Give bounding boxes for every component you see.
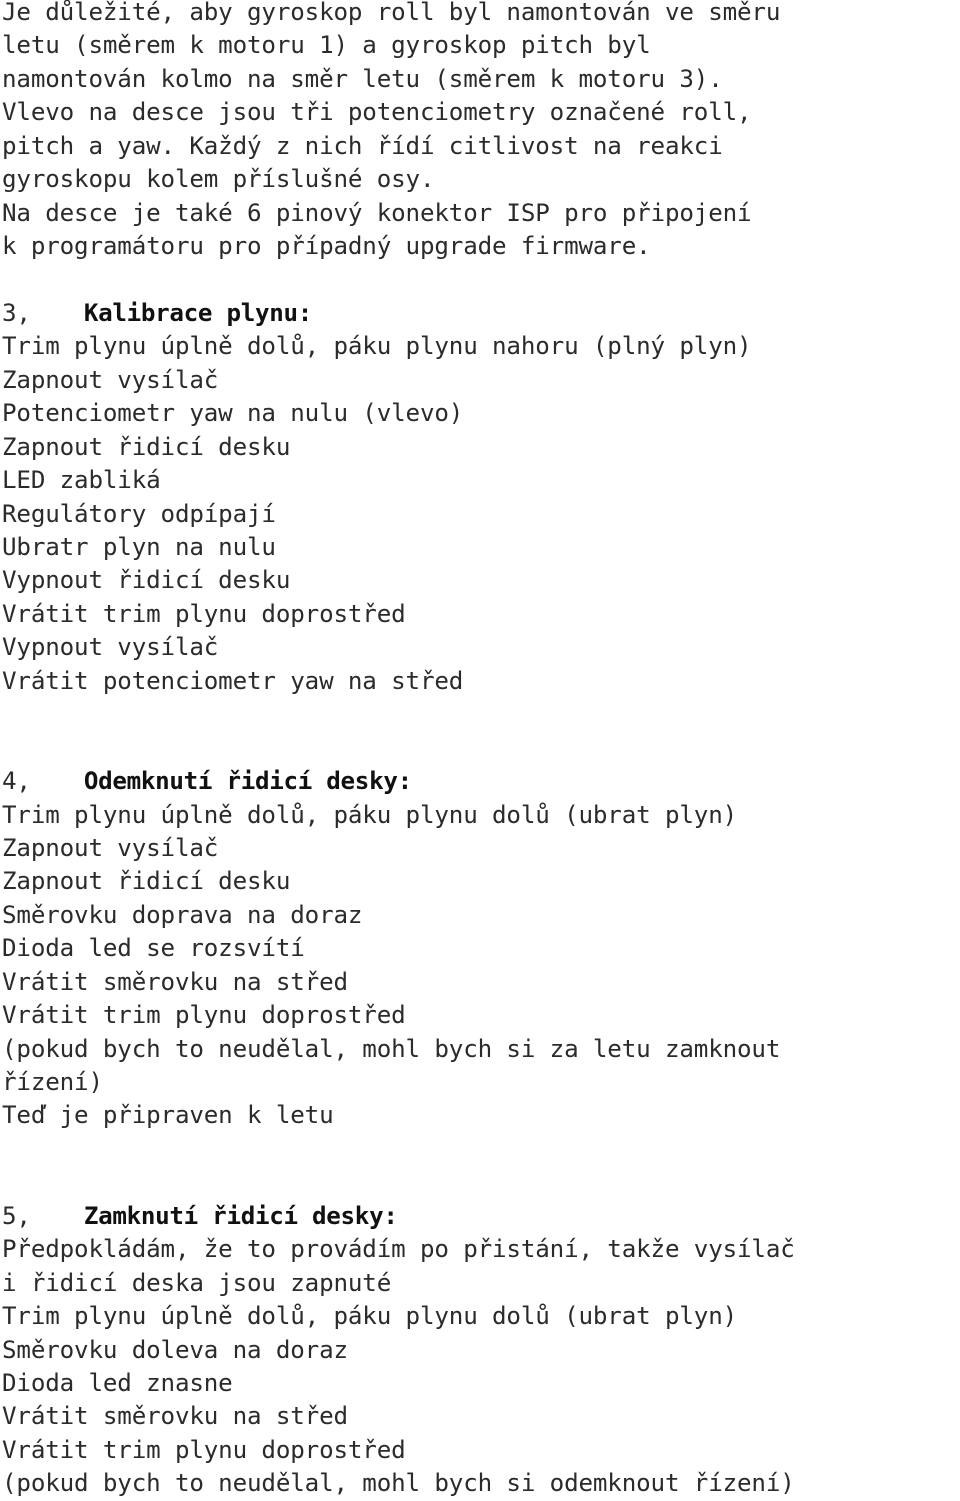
step-line: Zapnout řidicí desku xyxy=(2,867,291,896)
paragraph-line: letu (směrem k motoru 1) a gyroskop pitc… xyxy=(2,31,651,60)
paragraph-line: Na desce je také 6 pinový konektor ISP p… xyxy=(2,198,752,227)
step-line: Vypnout vysílač xyxy=(2,633,219,662)
document-page: Je důležité, aby gyroskop roll byl namon… xyxy=(0,0,960,1497)
section-odemknuti-ridici-desky: 4, Odemknutí řidicí desky: Trim plynu úpl… xyxy=(2,765,960,1133)
step-line: i řidicí deska jsou zapnuté xyxy=(2,1268,392,1297)
step-line: Vrátit směrovku na střed xyxy=(2,1402,348,1431)
paragraph-line: Je důležité, aby gyroskop roll byl namon… xyxy=(2,0,781,26)
step-line: (pokud bych to neudělal, mohl bych si za… xyxy=(2,1034,781,1063)
step-line: Dioda led znasne xyxy=(2,1368,233,1397)
document-body: Je důležité, aby gyroskop roll byl namon… xyxy=(2,0,960,1501)
step-line: Potenciometr yaw na nulu (vlevo) xyxy=(2,399,464,428)
section-number: 5, xyxy=(2,1201,31,1230)
step-line: Vrátit potenciometr yaw na střed xyxy=(2,666,464,695)
step-line: (pokud bych to neudělal, mohl bych si od… xyxy=(2,1469,795,1498)
step-line: Směrovku doleva na doraz xyxy=(2,1335,348,1364)
section-zamknuti-ridici-desky: 5, Zamknutí řidicí desky: Předpokládám, ž… xyxy=(2,1200,960,1501)
paragraph-line: namontován kolmo na směr letu (směrem k … xyxy=(2,64,723,93)
step-line: Předpokládám, že to provádím po přistání… xyxy=(2,1235,795,1264)
step-line: Zapnout vysílač xyxy=(2,833,219,862)
paragraph-line: Vlevo na desce jsou tři potenciometry oz… xyxy=(2,98,752,127)
section-title: Kalibrace plynu: xyxy=(83,298,313,327)
step-line: Směrovku doprava na doraz xyxy=(2,900,363,929)
step-line: Ubratr plyn na nulu xyxy=(2,533,276,561)
step-line: řízení) xyxy=(2,1068,103,1096)
paragraph-line: k programátoru pro případný upgrade firm… xyxy=(2,232,651,261)
section-kalibrace-plynu: 3, Kalibrace plynu: Trim plynu úplně dolů… xyxy=(2,297,960,698)
section-heading: 4, Odemknutí řidicí desky: xyxy=(2,765,960,798)
step-line: Trim plynu úplně dolů, páku plynu dolů (… xyxy=(2,800,738,829)
step-line: LED zabliká xyxy=(2,466,161,495)
step-line: Dioda led se rozsvítí xyxy=(2,934,305,963)
step-line: Vrátit trim plynu doprostřed xyxy=(2,599,406,628)
section-title: Odemknutí řidicí desky: xyxy=(83,767,412,796)
step-line: Vypnout řidicí desku xyxy=(2,566,291,595)
step-line: Zapnout řidicí desku xyxy=(2,432,291,461)
step-line: Vrátit směrovku na střed xyxy=(2,967,348,996)
paragraph-line: pitch a yaw. Každý z nich řídí citlivost… xyxy=(2,131,723,160)
section-heading: 3, Kalibrace plynu: xyxy=(2,297,960,330)
step-line: Trim plynu úplně dolů, páku plynu dolů (… xyxy=(2,1302,738,1331)
intro-paragraph: Je důležité, aby gyroskop roll byl namon… xyxy=(2,0,960,264)
section-heading: 5, Zamknutí řidicí desky: xyxy=(2,1200,960,1233)
section-title: Zamknutí řidicí desky: xyxy=(83,1201,398,1230)
step-line: Vrátit trim plynu doprostřed xyxy=(2,1435,406,1464)
section-number: 4, xyxy=(2,767,31,796)
step-line: Vrátit trim plynu doprostřed xyxy=(2,1001,406,1030)
paragraph-line: gyroskopu kolem příslušné osy. xyxy=(2,165,435,194)
step-line: Teď je připraven k letu xyxy=(2,1101,334,1130)
step-line: Zapnout vysílač xyxy=(2,365,219,394)
section-number: 3, xyxy=(2,298,31,327)
step-line: Regulátory odpípají xyxy=(2,499,276,528)
step-line: Trim plynu úplně dolů, páku plynu nahoru… xyxy=(2,332,752,361)
